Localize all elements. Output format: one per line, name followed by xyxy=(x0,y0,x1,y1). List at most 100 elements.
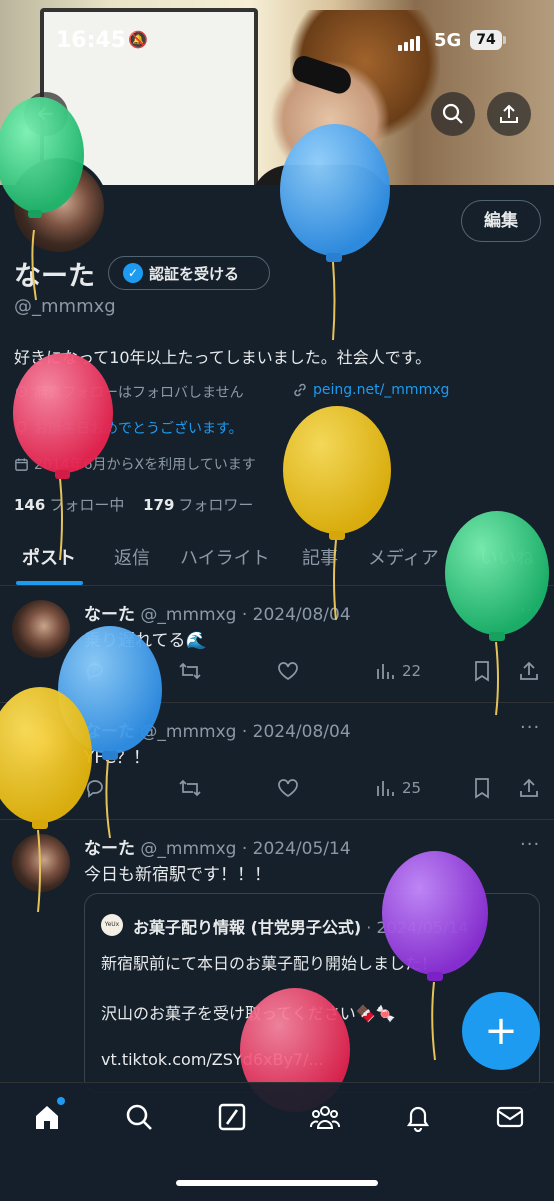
post-text: 今日も新宿駅です！！！ xyxy=(84,865,271,885)
repost-icon[interactable] xyxy=(178,777,202,799)
post-handle-date: @_mmmxg · 2024/08/04 xyxy=(140,722,351,742)
share-post-icon[interactable] xyxy=(518,660,540,682)
views-icon xyxy=(377,664,394,679)
share-button[interactable] xyxy=(487,92,531,136)
birthday-text: お誕生日おめでとうございます。 xyxy=(34,421,243,437)
tab-likes[interactable]: いいね xyxy=(480,544,534,570)
following-count: 146 xyxy=(14,496,46,514)
share-icon xyxy=(500,104,518,123)
quoted-header: お菓子配り情報 (甘党男子公式) · 2024/05/14 xyxy=(133,914,469,938)
notification-dot xyxy=(57,1097,65,1105)
post-text: YFC？！ xyxy=(84,748,151,768)
home-indicator xyxy=(176,1180,378,1186)
post-avatar[interactable] xyxy=(12,717,70,775)
more-options-icon[interactable]: ··· xyxy=(520,834,540,855)
status-time: 16:45 xyxy=(56,28,127,53)
views-button[interactable]: 25 xyxy=(374,777,421,799)
profile-link[interactable]: peing.net/_mmmxg xyxy=(292,382,449,398)
followers-count: 179 xyxy=(143,496,175,514)
profile-tabs: ポスト 返信 ハイライト 記事 メディア いいね xyxy=(0,535,554,586)
meta-note: 無言フォローはフォロバしません xyxy=(14,382,244,402)
quoted-avatar: YeUx xyxy=(101,914,123,936)
calendar-icon xyxy=(15,457,28,471)
profile-link-text[interactable]: peing.net/_mmmxg xyxy=(313,382,449,398)
post-actions: 22 xyxy=(84,660,544,686)
post-author-name[interactable]: なーた xyxy=(84,839,135,859)
notifications-icon[interactable] xyxy=(398,1097,438,1137)
tab-replies[interactable]: 返信 xyxy=(114,544,150,570)
messages-icon[interactable] xyxy=(490,1097,530,1137)
profile-bio: 好きになって10年以上たってしまいました。社会人です。 xyxy=(14,348,432,367)
quoted-text-line2: 沢山のお菓子を受け取ってください🍫🍬 xyxy=(101,1004,396,1023)
repost-icon[interactable] xyxy=(178,660,202,682)
bookmark-icon[interactable] xyxy=(472,777,492,799)
verified-badge-icon: ✓ xyxy=(123,263,143,283)
following-link[interactable]: 146 フォロー中 xyxy=(14,496,124,514)
back-arrow-icon xyxy=(37,107,53,121)
post-header: なーた @_mmmxg · 2024/05/14 xyxy=(84,834,351,859)
like-icon[interactable] xyxy=(276,777,300,799)
reply-icon[interactable] xyxy=(84,660,106,682)
post-actions: 25 xyxy=(84,777,544,803)
post-text: 乗り遅れてる🌊 xyxy=(84,631,207,651)
communities-icon[interactable] xyxy=(305,1097,345,1137)
post-header: なーた @_mmmxg · 2024/08/04 xyxy=(84,600,351,625)
compose-button[interactable]: + xyxy=(462,992,540,1070)
views-count: 22 xyxy=(402,662,422,680)
search-icon xyxy=(442,103,463,124)
post-avatar[interactable] xyxy=(12,834,70,892)
share-post-icon[interactable] xyxy=(518,777,540,799)
meta-joined: 2014年6月からXを利用しています xyxy=(14,454,256,474)
tab-articles[interactable]: 記事 xyxy=(302,544,338,570)
followers-link[interactable]: 179 フォロワー xyxy=(143,496,253,514)
views-count: 25 xyxy=(402,779,422,797)
post-handle-date: @_mmmxg · 2024/05/14 xyxy=(140,839,351,859)
post-handle-date: @_mmmxg · 2024/08/04 xyxy=(140,605,351,625)
tab-media[interactable]: メディア xyxy=(368,544,439,570)
more-options-icon[interactable]: ··· xyxy=(520,600,540,621)
post-avatar[interactable] xyxy=(12,600,70,658)
quoted-author-name: お菓子配り情報 (甘党男子公式) xyxy=(133,918,362,937)
joined-text: 2014年6月からXを利用しています xyxy=(34,457,256,473)
follow-stats: 146 フォロー中 179 フォロワー xyxy=(14,494,253,515)
link-icon xyxy=(294,383,306,397)
post-header: なーた @_mmmxg · 2024/08/04 xyxy=(84,717,351,742)
quoted-post[interactable]: YeUx お菓子配り情報 (甘党男子公式) · 2024/05/14 新宿駅前に… xyxy=(84,893,540,1093)
post-author-name[interactable]: なーた xyxy=(84,605,135,625)
post-author-name[interactable]: なーた xyxy=(84,722,135,742)
tab-highlights[interactable]: ハイライト xyxy=(180,544,270,570)
edit-profile-button[interactable]: 編集 xyxy=(461,200,541,242)
meta-birthday: お誕生日おめでとうございます。 xyxy=(14,418,243,438)
status-bar: 16:45 🔕 5G 74 xyxy=(0,22,554,62)
following-label: フォロー中 xyxy=(49,496,125,514)
search-icon[interactable] xyxy=(119,1097,159,1137)
views-button[interactable]: 22 xyxy=(374,660,421,682)
like-icon[interactable] xyxy=(276,660,300,682)
grok-icon[interactable] xyxy=(212,1097,252,1137)
quoted-text-line1: 新宿駅前にて本日のお菓子配り開始しました！ xyxy=(101,954,438,973)
profile-name: なーた xyxy=(14,261,95,292)
profile-handle: @_mmmxg xyxy=(14,296,116,317)
search-button[interactable] xyxy=(431,92,475,136)
meta-note-text: 無言フォローはフォロバしません xyxy=(34,385,244,401)
bookmark-icon[interactable] xyxy=(472,660,492,682)
balloon-icon xyxy=(16,420,27,435)
profile-avatar[interactable] xyxy=(10,158,108,256)
followers-label: フォロワー xyxy=(178,496,254,514)
mute-icon: 🔕 xyxy=(128,30,148,49)
views-icon xyxy=(377,781,394,796)
home-icon[interactable] xyxy=(27,1097,67,1137)
quoted-date: · 2024/05/14 xyxy=(366,918,469,937)
signal-icon xyxy=(398,36,420,51)
quoted-link[interactable]: vt.tiktok.com/ZSYd6xBy7/... xyxy=(101,1050,324,1069)
get-verified-button[interactable]: ✓ 認証を受ける xyxy=(108,256,270,290)
location-icon xyxy=(16,385,27,397)
network-label: 5G xyxy=(434,30,462,51)
reply-icon[interactable] xyxy=(84,777,106,799)
more-options-icon[interactable]: ··· xyxy=(520,717,540,738)
back-button[interactable] xyxy=(24,92,68,136)
battery-icon: 74 xyxy=(470,30,506,50)
active-tab-indicator xyxy=(16,581,83,585)
get-verified-label: 認証を受ける xyxy=(149,264,240,283)
tab-posts[interactable]: ポスト xyxy=(22,544,76,570)
